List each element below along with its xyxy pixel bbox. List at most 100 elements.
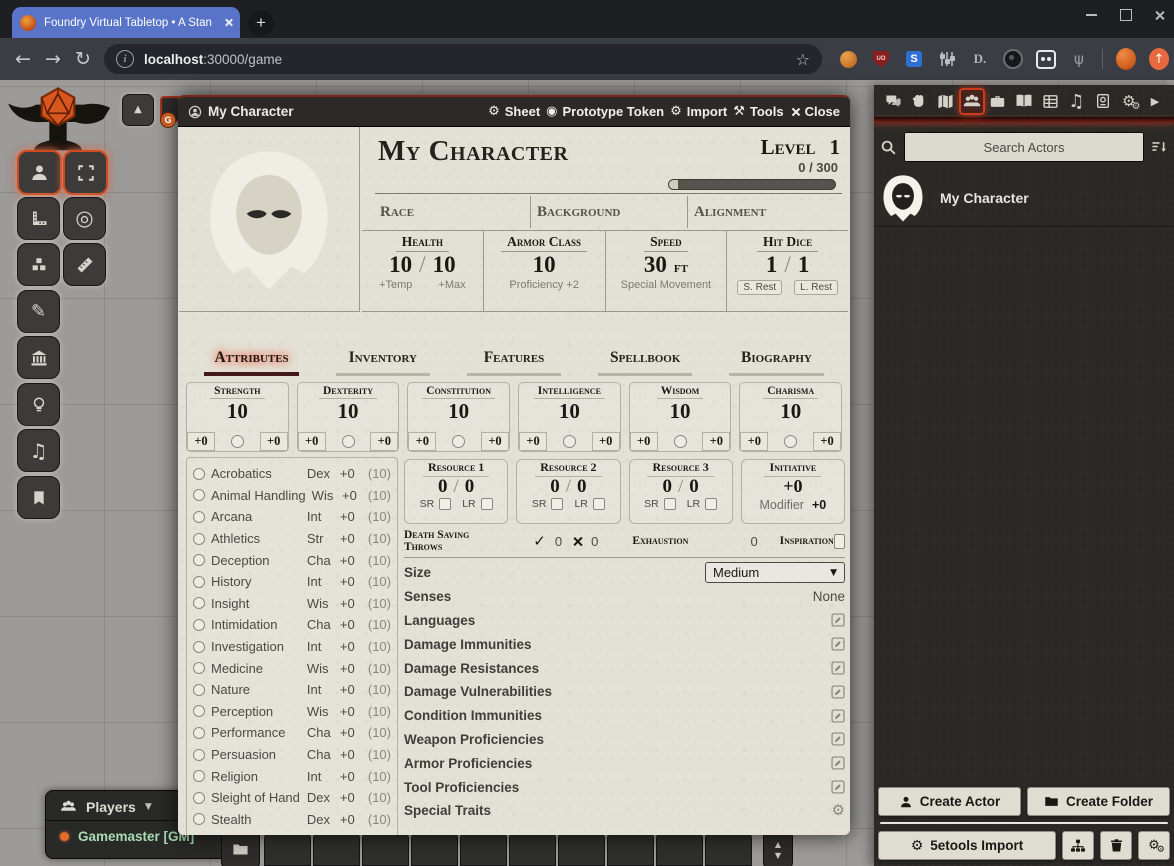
speed-value[interactable]: 30 (644, 252, 667, 278)
items-tab[interactable] (985, 88, 1011, 115)
tools-button[interactable]: ⚒Tools (733, 104, 783, 119)
reload-button[interactable]: ↻ (68, 48, 98, 70)
drawing-tools-button[interactable]: ✎ (17, 290, 60, 333)
settings-tab[interactable]: ⚙⚙ (1116, 88, 1142, 115)
ability-save-mod[interactable]: +0 (298, 432, 326, 451)
import-button[interactable]: ⚙Import (670, 104, 727, 119)
skill-row[interactable]: Persuasion Cha +0 (10) (193, 744, 391, 766)
ability-check-mod[interactable]: +0 (592, 432, 620, 451)
foundry-logo[interactable] (2, 84, 114, 160)
browser-update-icon[interactable]: ↑ (1149, 49, 1169, 69)
ability-proficiency-radio[interactable] (784, 435, 797, 448)
tile-controls-button[interactable] (17, 243, 60, 286)
tab-spellbook[interactable]: Spellbook (580, 347, 711, 379)
lens-extension-icon[interactable] (1003, 49, 1023, 69)
skill-row[interactable]: Insight Wis +0 (10) (193, 593, 391, 615)
skill-row[interactable]: Athletics Str +0 (10) (193, 528, 391, 550)
actor-list-item[interactable]: My Character (874, 170, 1174, 227)
nav-collapse-button[interactable]: ▲ (122, 94, 154, 126)
skill-row[interactable]: Stealth Dex +0 (10) (193, 809, 391, 831)
ac-value[interactable]: 10 (533, 252, 556, 278)
short-rest-button[interactable]: S. Rest (737, 280, 782, 295)
resource-value[interactable]: 0 (662, 477, 672, 498)
skill-row[interactable]: Medicine Wis +0 (10) (193, 657, 391, 679)
journal-notes-button[interactable] (17, 476, 60, 519)
macro-slot[interactable] (509, 833, 556, 866)
ability-proficiency-radio[interactable] (563, 435, 576, 448)
ability-proficiency-radio[interactable] (452, 435, 465, 448)
skill-proficiency-radio[interactable] (193, 597, 205, 609)
size-select[interactable]: Medium ▼ (705, 562, 845, 583)
wall-controls-button[interactable] (17, 336, 60, 379)
hd-current[interactable]: 1 (766, 252, 778, 278)
death-failure-count[interactable]: 0 (591, 534, 598, 549)
initiative-mod[interactable]: +0 (812, 498, 826, 512)
macro-page-buttons[interactable]: ▲▼ (763, 831, 793, 866)
resource-name[interactable]: Resource 3 (647, 460, 713, 477)
ability-score[interactable]: 10 (448, 399, 469, 424)
skill-row[interactable]: Perception Wis +0 (10) (193, 701, 391, 723)
alignment-field[interactable]: Alignment (688, 196, 844, 228)
special-movement-label[interactable]: Special Movement (621, 279, 712, 291)
edit-icon[interactable] (831, 661, 845, 675)
level-display[interactable]: Level 1 (761, 135, 840, 160)
exhaustion-value[interactable]: 0 (750, 534, 757, 549)
hp-temp-label[interactable]: +Temp (379, 279, 412, 291)
sr-checkbox[interactable] (664, 498, 676, 510)
sr-checkbox[interactable] (439, 498, 451, 510)
ability-save-mod[interactable]: +0 (740, 432, 768, 451)
skill-proficiency-radio[interactable] (193, 792, 205, 804)
gear-icon[interactable]: ⚙ (832, 803, 845, 818)
tab-inventory[interactable]: Inventory (317, 347, 448, 379)
fivetools-import-button[interactable]: ⚙ 5etools Import (878, 831, 1056, 860)
resource-max[interactable]: 0 (577, 477, 587, 498)
sheet-config-button[interactable]: ⚙Sheet (488, 104, 540, 119)
ability-score[interactable]: 10 (780, 399, 801, 424)
sr-checkbox[interactable] (551, 498, 563, 510)
ability-score[interactable]: 10 (559, 399, 580, 424)
macro-slot[interactable] (607, 833, 654, 866)
skill-proficiency-radio[interactable] (193, 533, 205, 545)
token-controls-button[interactable] (17, 150, 62, 195)
ability-save-mod[interactable]: +0 (519, 432, 547, 451)
macro-slot[interactable] (411, 833, 458, 866)
ability-box[interactable]: Charisma 10 +0 +0 (739, 382, 842, 452)
tuning-fork-extension-icon[interactable]: ψ (1069, 49, 1089, 69)
level-value[interactable]: 1 (830, 135, 841, 160)
ability-save-mod[interactable]: +0 (187, 432, 215, 451)
ability-save-mod[interactable]: +0 (408, 432, 436, 451)
character-name[interactable]: My Character (378, 135, 568, 168)
skill-proficiency-radio[interactable] (193, 468, 205, 480)
skill-proficiency-radio[interactable] (193, 511, 205, 523)
skill-row[interactable]: Survival Wis +0 (10) (193, 830, 391, 835)
lr-checkbox[interactable] (593, 498, 605, 510)
settings-gears-button[interactable]: ⚙⚙ (1138, 831, 1170, 860)
ability-box[interactable]: Constitution 10 +0 +0 (407, 382, 510, 452)
skill-row[interactable]: Performance Cha +0 (10) (193, 722, 391, 744)
skill-row[interactable]: History Int +0 (10) (193, 571, 391, 593)
ability-box[interactable]: Wisdom 10 +0 +0 (629, 382, 732, 452)
resource-value[interactable]: 0 (550, 477, 560, 498)
prototype-token-button[interactable]: ◉Prototype Token (546, 104, 664, 119)
forward-button[interactable]: → (38, 48, 68, 70)
edit-icon[interactable] (831, 613, 845, 627)
ability-score[interactable]: 10 (670, 399, 691, 424)
resource-name[interactable]: Resource 2 (535, 460, 601, 477)
macro-slot[interactable] (264, 833, 311, 866)
journal-tab[interactable] (1011, 88, 1037, 115)
page-info-icon[interactable]: i (116, 50, 134, 68)
tab-close-icon[interactable] (223, 18, 232, 27)
skill-row[interactable]: Investigation Int +0 (10) (193, 636, 391, 658)
ability-proficiency-radio[interactable] (231, 435, 244, 448)
select-tokens-button[interactable] (63, 150, 108, 195)
resource-box[interactable]: Resource 20/0SRLR (516, 459, 620, 524)
cookie-extension-icon[interactable] (838, 49, 858, 69)
ability-check-mod[interactable]: +0 (260, 432, 288, 451)
hp-current[interactable]: 10 (389, 252, 412, 278)
edit-icon[interactable] (831, 756, 845, 770)
measure-templates-button[interactable] (17, 197, 60, 240)
window-titlebar[interactable]: My Character ⚙Sheet ◉Prototype Token ⚙Im… (178, 97, 850, 127)
edit-icon[interactable] (831, 732, 845, 746)
hp-tempmax-label[interactable]: +Max (438, 279, 465, 291)
initiative-box[interactable]: Initiative+0Modifier+0 (741, 459, 845, 524)
